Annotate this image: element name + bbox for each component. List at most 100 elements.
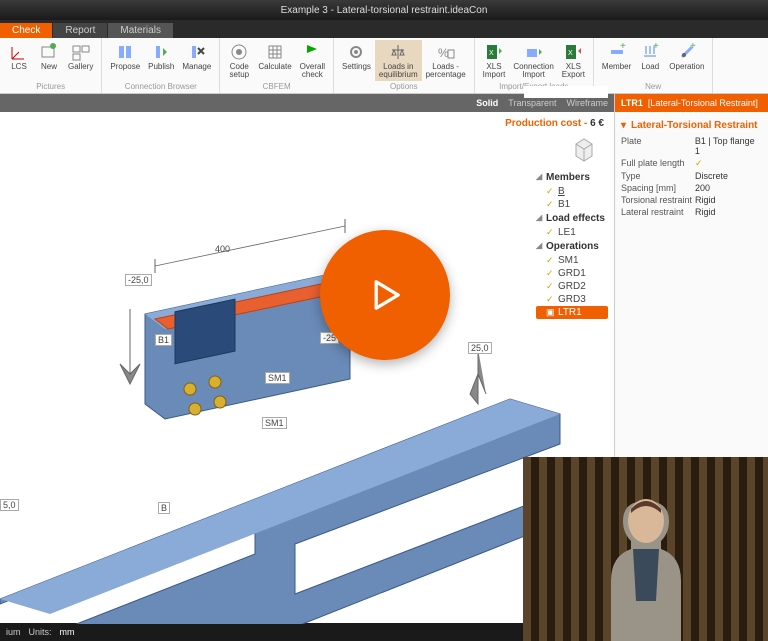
gallery-icon (71, 42, 91, 62)
tree-item-sm1[interactable]: SM1 (536, 254, 608, 267)
new-operation-button[interactable]: +Operation (665, 40, 708, 81)
xls-export-button[interactable]: XXLS Export (558, 40, 589, 81)
prop-tors-value[interactable]: Rigid (695, 195, 716, 205)
dim-50: 5,0 (0, 499, 19, 511)
calculate-button[interactable]: Calculate (254, 40, 295, 81)
publish-icon (151, 42, 171, 62)
status-units-value: mm (60, 627, 75, 637)
publish-button[interactable]: Publish (144, 40, 178, 81)
prop-lat-label: Lateral restraint (621, 207, 695, 217)
label-sm1b: SM1 (262, 417, 287, 429)
new-pic-button[interactable]: New (34, 40, 64, 81)
group-new: New (598, 81, 708, 91)
svg-text:+: + (690, 42, 696, 52)
model-svg (0, 114, 610, 624)
label-sm1: SM1 (265, 372, 290, 384)
group-cbfem: CBFEM (224, 81, 329, 91)
settings-button[interactable]: Settings (338, 40, 375, 81)
3d-viewport[interactable]: Solid Transparent Wireframe Production c… (0, 94, 614, 623)
svg-text:+: + (620, 42, 626, 52)
prop-spacing-value[interactable]: 200 (695, 183, 710, 193)
code-setup-button[interactable]: Code setup (224, 40, 254, 81)
prop-type-label: Type (621, 171, 695, 181)
conn-import-icon (524, 42, 544, 62)
status-left: ium (6, 627, 21, 637)
prop-lat-value[interactable]: Rigid (695, 207, 716, 217)
tree-item-grd3[interactable]: GRD3 (536, 293, 608, 306)
svg-text:X: X (568, 50, 573, 57)
prop-full-label: Full plate length (621, 158, 695, 169)
gallery-button[interactable]: Gallery (64, 40, 97, 81)
label-b1: B1 (155, 334, 172, 346)
loads-percentage-button[interactable]: %Loads - percentage (422, 40, 470, 81)
title-bar: Example 3 - Lateral-torsional restraint.… (0, 0, 768, 20)
operation-icon: + (677, 42, 697, 62)
prop-type-value[interactable]: Discrete (695, 171, 728, 181)
xls-import-button[interactable]: XXLS Import (479, 40, 510, 81)
prop-spacing-label: Spacing [mm] (621, 183, 695, 193)
property-grid: Lateral-Torsional Restraint PlateB1 | To… (615, 112, 768, 224)
tree-item-grd1[interactable]: GRD1 (536, 267, 608, 280)
status-units-label: Units: (29, 627, 52, 637)
prop-plate-value[interactable]: B1 | Top flange 1 (695, 136, 762, 156)
presenter-video (523, 457, 768, 641)
model-tree (524, 86, 608, 98)
flag-icon (302, 42, 322, 62)
code-icon (229, 42, 249, 62)
propose-icon (115, 42, 135, 62)
tree-item-ltr1[interactable]: LTR1 (536, 306, 608, 319)
tab-report[interactable]: Report (53, 23, 107, 38)
presenter-figure (581, 471, 711, 641)
svg-text:+: + (653, 42, 659, 52)
tab-materials[interactable]: Materials (108, 23, 173, 38)
manage-button[interactable]: Manage (178, 40, 215, 81)
play-icon (363, 273, 407, 317)
dim-400: 400 (215, 244, 230, 254)
group-options: Options (338, 81, 470, 91)
loads-equilibrium-button[interactable]: Loads in equilibrium (375, 40, 422, 81)
view-solid[interactable]: Solid (476, 98, 498, 108)
tree-operations[interactable]: ◢Operations (536, 239, 608, 254)
svg-text:%: % (438, 46, 449, 60)
new-pic-icon (39, 42, 59, 62)
tree-item-le1[interactable]: LE1 (536, 226, 608, 239)
scales-icon (388, 42, 408, 62)
tree-item-b1[interactable]: B1 (536, 198, 608, 211)
axis-icon (9, 42, 29, 62)
calculate-icon (265, 42, 285, 62)
group-browser: Connection Browser (106, 81, 215, 91)
overall-check-button[interactable]: Overall check (296, 40, 329, 81)
member-icon: + (607, 42, 627, 62)
tree-members[interactable]: ◢Members (536, 170, 608, 185)
load-icon: + (640, 42, 660, 62)
tree-loads[interactable]: ◢Load effects (536, 211, 608, 226)
ribbon-tabs: Check Report Materials (0, 20, 768, 38)
dim-m25a: -25,0 (125, 274, 152, 286)
tree-item-grd2[interactable]: GRD2 (536, 280, 608, 293)
view-transparent[interactable]: Transparent (508, 98, 556, 108)
play-button[interactable] (320, 230, 450, 360)
connection-import-button[interactable]: Connection Import (509, 40, 557, 81)
new-member-button[interactable]: +Member (598, 40, 635, 81)
view-mode-toggle: Solid Transparent Wireframe (0, 94, 614, 112)
gear-icon (346, 42, 366, 62)
prop-plate-label: Plate (621, 136, 695, 156)
group-pictures: Pictures (4, 81, 97, 91)
prop-full-value[interactable]: ✓ (695, 158, 703, 169)
prop-section-title[interactable]: Lateral-Torsional Restraint (621, 118, 762, 135)
property-header: LTR1 [Lateral-Torsional Restraint] (615, 94, 768, 112)
tab-check[interactable]: Check (0, 23, 52, 38)
xls-export-icon: X (563, 42, 583, 62)
propose-button[interactable]: Propose (106, 40, 144, 81)
percent-icon: % (436, 42, 456, 62)
ribbon: LCS New Gallery Pictures Propose Publish… (0, 38, 768, 94)
prop-tors-label: Torsional restraint (621, 195, 695, 205)
view-wireframe[interactable]: Wireframe (566, 98, 608, 108)
label-b: B (158, 502, 170, 514)
lcs-button[interactable]: LCS (4, 40, 34, 81)
xls-import-icon: X (484, 42, 504, 62)
manage-icon (187, 42, 207, 62)
tree-item-b[interactable]: B (536, 185, 608, 198)
dim-25: 25,0 (468, 342, 492, 354)
new-load-button[interactable]: +Load (635, 40, 665, 81)
